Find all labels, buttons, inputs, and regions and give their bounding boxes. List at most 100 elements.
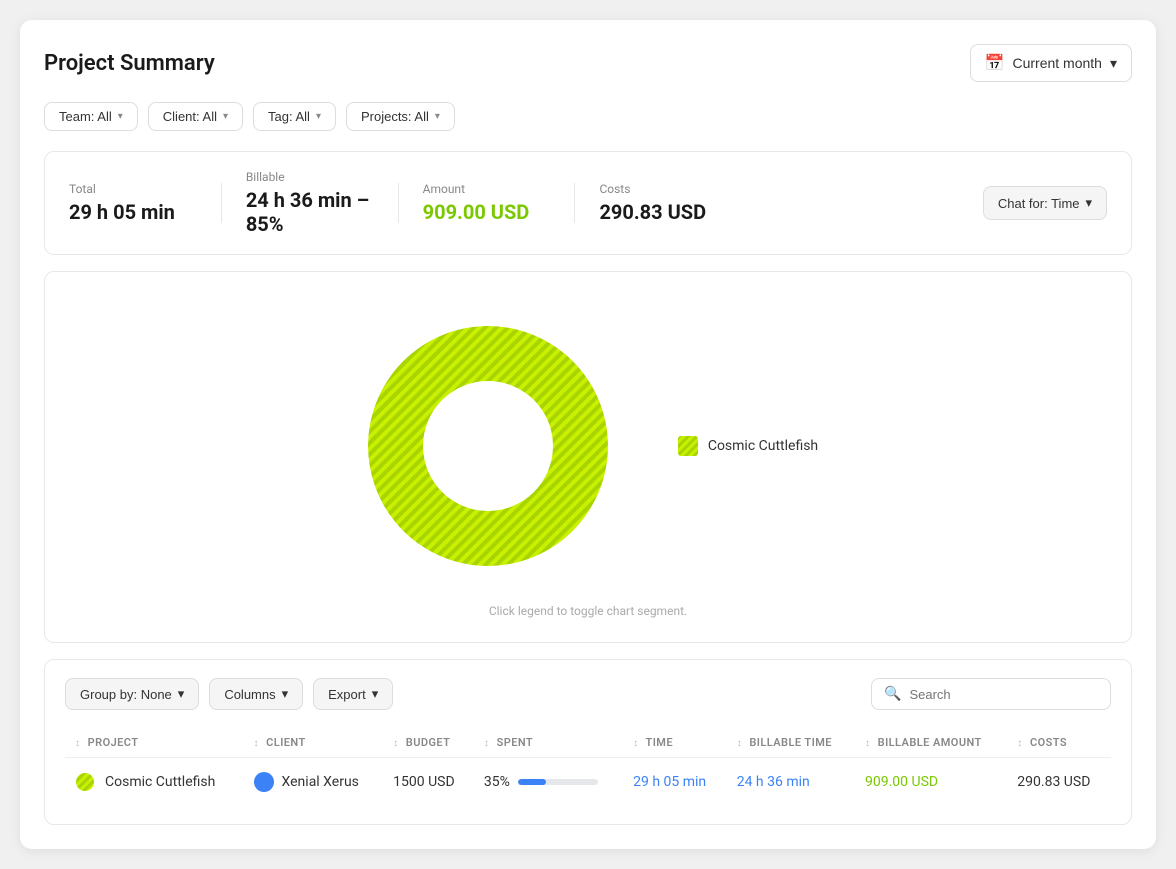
col-billable-amount[interactable]: ↕ BILLABLE AMOUNT [855, 728, 1007, 758]
table-card: Group by: None ▾ Columns ▾ Export ▾ 🔍 ↕ [44, 659, 1132, 825]
client-name: Xenial Xerus [282, 774, 359, 790]
stat-divider-3 [574, 183, 575, 223]
col-time[interactable]: ↕ TIME [623, 728, 727, 758]
col-costs[interactable]: ↕ COSTS [1007, 728, 1111, 758]
filter-row: Team: All ▾ Client: All ▾ Tag: All ▾ Pro… [44, 102, 1132, 131]
client-filter-label: Client: All [163, 109, 217, 124]
chart-area: Cosmic Cuttlefish [69, 296, 1107, 596]
chevron-icon: ▾ [118, 111, 123, 122]
stat-billable: Billable 24 h 36 min – 85% [246, 170, 374, 236]
stat-total: Total 29 h 05 min [69, 182, 197, 224]
col-client[interactable]: ↕ CLIENT [244, 728, 384, 758]
col-budget[interactable]: ↕ BUDGET [383, 728, 474, 758]
legend-area: Cosmic Cuttlefish [678, 436, 818, 456]
sort-icon: ↕ [1017, 738, 1022, 749]
col-spent[interactable]: ↕ SPENT [474, 728, 623, 758]
col-spent-label: SPENT [497, 736, 534, 749]
chevron-icon: ▾ [435, 111, 440, 122]
stat-amount-value: 909.00 USD [423, 200, 551, 224]
legend-item[interactable]: Cosmic Cuttlefish [678, 436, 818, 456]
chevron-icon: ▾ [372, 686, 379, 702]
col-billable-time-label: BILLABLE TIME [749, 736, 832, 749]
sort-icon: ↕ [865, 738, 870, 749]
date-filter-button[interactable]: 📅 Current month ▾ [970, 44, 1132, 82]
search-input[interactable] [909, 687, 1098, 702]
projects-filter-label: Projects: All [361, 109, 429, 124]
project-color-icon [75, 772, 95, 792]
chevron-icon: ▾ [316, 111, 321, 122]
page-title: Project Summary [44, 51, 215, 76]
sort-icon: ↕ [633, 738, 638, 749]
chart-hint: Click legend to toggle chart segment. [489, 604, 687, 618]
page-wrapper: Project Summary 📅 Current month ▾ Team: … [20, 20, 1156, 849]
chevron-icon: ▾ [178, 686, 185, 702]
cell-billable-time: 24 h 36 min [727, 758, 855, 807]
col-project-label: PROJECT [88, 736, 139, 749]
col-billable-amount-label: BILLABLE AMOUNT [878, 736, 982, 749]
spent-pct: 35% [484, 774, 510, 790]
stat-divider-2 [398, 183, 399, 223]
cell-costs: 290.83 USD [1007, 758, 1111, 807]
cell-project: Cosmic Cuttlefish [65, 758, 244, 807]
table-body: Cosmic Cuttlefish Xenial Xerus 1500 USD … [65, 758, 1111, 807]
export-button[interactable]: Export ▾ [313, 678, 393, 710]
calendar-icon: 📅 [985, 53, 1005, 73]
table-toolbar: Group by: None ▾ Columns ▾ Export ▾ 🔍 [65, 678, 1111, 710]
stats-card: Total 29 h 05 min Billable 24 h 36 min –… [44, 151, 1132, 255]
date-filter-label: Current month [1012, 55, 1101, 71]
col-budget-label: BUDGET [406, 736, 451, 749]
chevron-icon: ▾ [282, 686, 289, 702]
group-by-button[interactable]: Group by: None ▾ [65, 678, 199, 710]
stat-billable-label: Billable [246, 170, 374, 184]
col-costs-label: COSTS [1030, 736, 1067, 749]
search-icon: 🔍 [884, 686, 901, 702]
columns-button[interactable]: Columns ▾ [209, 678, 303, 710]
group-by-label: Group by: None [80, 687, 172, 702]
project-name: Cosmic Cuttlefish [105, 774, 215, 790]
chevron-icon: ▾ [223, 111, 228, 122]
page-header: Project Summary 📅 Current month ▾ [44, 44, 1132, 82]
col-project[interactable]: ↕ PROJECT [65, 728, 244, 758]
client-filter[interactable]: Client: All ▾ [148, 102, 243, 131]
col-time-label: TIME [646, 736, 674, 749]
col-billable-time[interactable]: ↕ BILLABLE TIME [727, 728, 855, 758]
chart-card: Cosmic Cuttlefish Click legend to toggle… [44, 271, 1132, 643]
sort-icon: ↕ [737, 738, 742, 749]
team-filter-label: Team: All [59, 109, 112, 124]
chat-for-button[interactable]: Chat for: Time ▾ [983, 186, 1107, 220]
columns-label: Columns [224, 687, 275, 702]
stat-costs-label: Costs [599, 182, 727, 196]
stat-costs-value: 290.83 USD [599, 200, 727, 224]
cell-client: Xenial Xerus [244, 758, 384, 807]
table-header-row: ↕ PROJECT ↕ CLIENT ↕ BUDGET ↕ SPENT [65, 728, 1111, 758]
legend-swatch-icon [678, 436, 698, 456]
col-client-label: CLIENT [266, 736, 306, 749]
stat-divider [221, 183, 222, 223]
stat-costs: Costs 290.83 USD [599, 182, 727, 224]
projects-filter[interactable]: Projects: All ▾ [346, 102, 455, 131]
legend-item-label: Cosmic Cuttlefish [708, 438, 818, 454]
cell-time: 29 h 05 min [623, 758, 727, 807]
cell-billable-amount: 909.00 USD [855, 758, 1007, 807]
export-label: Export [328, 687, 366, 702]
sort-icon: ↕ [75, 738, 80, 749]
table-row: Cosmic Cuttlefish Xenial Xerus 1500 USD … [65, 758, 1111, 807]
chat-for-label: Chat for: Time [998, 196, 1080, 211]
cell-spent: 35% [474, 758, 623, 807]
client-dot [254, 772, 274, 792]
donut-chart [358, 316, 618, 576]
cell-budget: 1500 USD [383, 758, 474, 807]
sort-icon: ↕ [254, 738, 259, 749]
stat-billable-value: 24 h 36 min – 85% [246, 188, 374, 236]
progress-bar-bg [518, 779, 598, 785]
data-table: ↕ PROJECT ↕ CLIENT ↕ BUDGET ↕ SPENT [65, 728, 1111, 806]
stat-amount: Amount 909.00 USD [423, 182, 551, 224]
tag-filter[interactable]: Tag: All ▾ [253, 102, 336, 131]
sort-icon: ↕ [484, 738, 489, 749]
progress-bar-fill [518, 779, 546, 785]
team-filter[interactable]: Team: All ▾ [44, 102, 138, 131]
sort-icon: ↕ [393, 738, 398, 749]
search-box: 🔍 [871, 678, 1111, 710]
stat-total-value: 29 h 05 min [69, 200, 197, 224]
chevron-down-icon: ▾ [1110, 55, 1117, 72]
